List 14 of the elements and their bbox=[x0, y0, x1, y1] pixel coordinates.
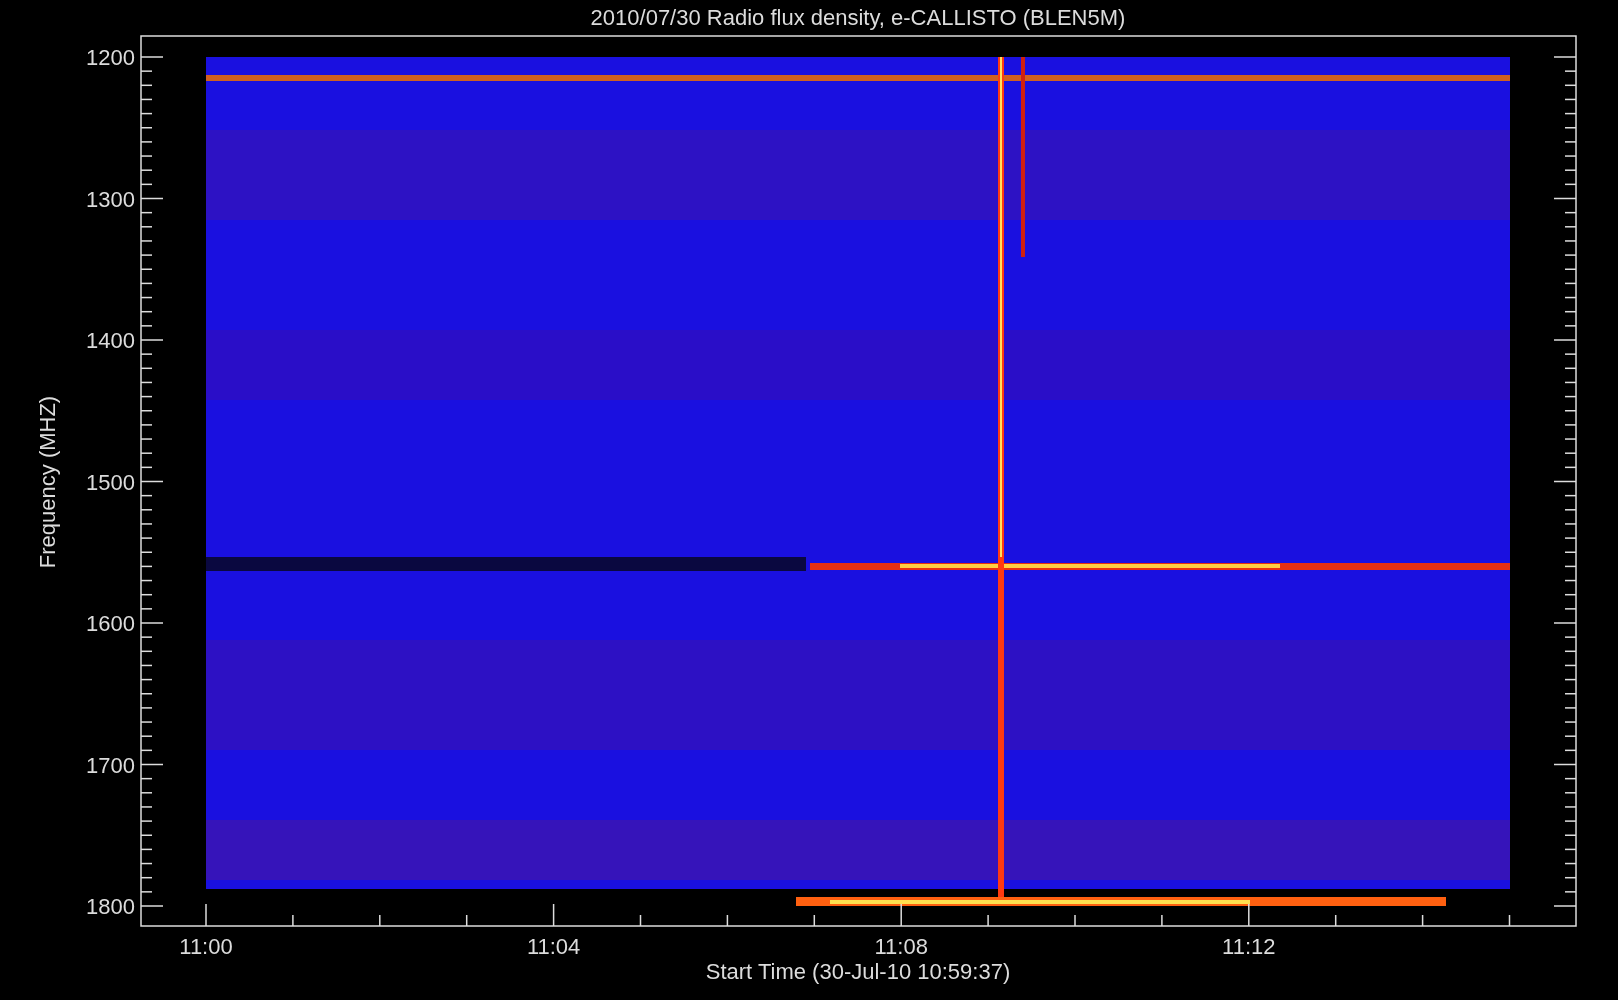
tick-label: 11:12 bbox=[1222, 934, 1276, 959]
tick-label: 11:00 bbox=[179, 934, 233, 959]
chart-title: 2010/07/30 Radio flux density, e-CALLISTO (BLEN5M) bbox=[590, 5, 1126, 30]
tick-label: 11:08 bbox=[874, 934, 928, 959]
tick-label: 1800 bbox=[86, 894, 135, 919]
tick-label: 1500 bbox=[86, 469, 135, 495]
tick-label: 1700 bbox=[86, 752, 135, 778]
tick-label: 1400 bbox=[86, 328, 135, 353]
tick-label: 1200 bbox=[86, 45, 135, 70]
axis-label: Frequency (MHZ) bbox=[35, 395, 60, 569]
axis-label: Start Time (30-Jul-10 10:59:37) bbox=[705, 959, 1011, 984]
tick-label: 11:04 bbox=[526, 934, 581, 959]
tick-label: 1600 bbox=[86, 611, 135, 636]
tick-label: 1300 bbox=[86, 186, 135, 212]
